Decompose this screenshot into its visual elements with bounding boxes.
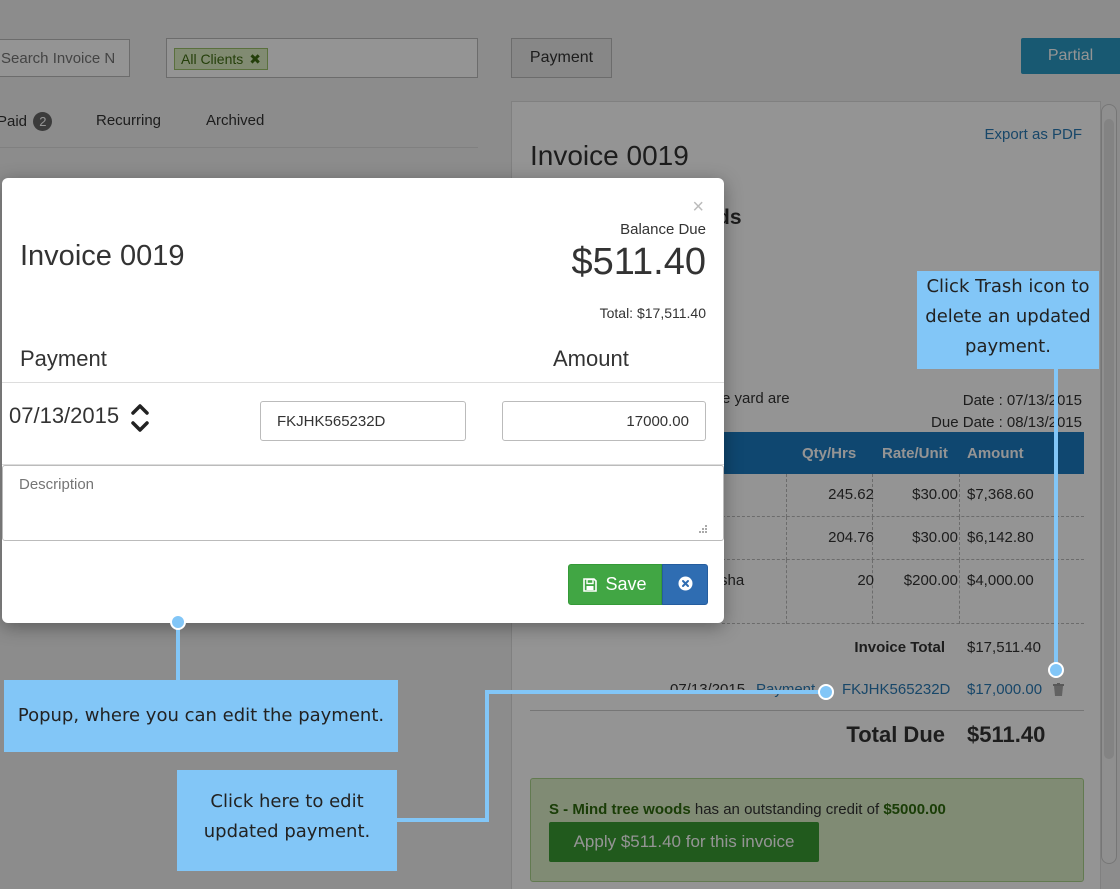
trash-callout: Click Trash icon to delete an updated pa… [917,271,1099,369]
modal-title: Invoice 0019 [20,240,185,272]
balance-due-label: Balance Due [620,221,706,238]
payment-amount-input[interactable] [502,401,706,441]
save-label: Save [605,574,647,594]
resize-grip-icon[interactable] [696,521,708,533]
payment-column-label: Payment [20,346,107,371]
description-textarea[interactable] [2,465,724,541]
close-icon[interactable]: × [692,196,704,219]
edit-payment-modal: × Invoice 0019 Balance Due $511.40 Total… [2,178,724,623]
payment-reference-input[interactable] [260,401,466,441]
date-stepper-icon[interactable] [128,400,152,436]
invoice-total-line: Total: $17,511.40 [599,305,706,321]
close-circle-icon [678,576,692,590]
divider [2,382,724,383]
save-button[interactable]: Save [568,564,662,605]
payment-date-field[interactable]: 07/13/2015 [9,403,119,429]
amount-column-label: Amount [553,346,629,371]
edit-callout: Click here to edit updated payment. [177,770,397,871]
cancel-button[interactable] [662,564,708,605]
balance-due-value: $511.40 [571,241,706,283]
floppy-icon [583,578,598,592]
popup-callout: Popup, where you can edit the payment. [4,680,398,752]
